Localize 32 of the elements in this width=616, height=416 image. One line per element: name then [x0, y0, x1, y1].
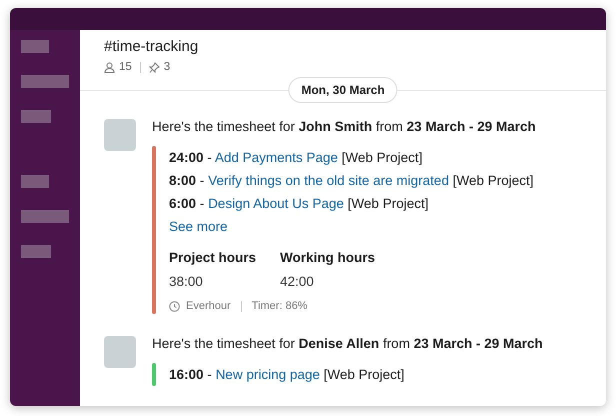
- stat-value: 42:00: [280, 273, 315, 291]
- sidebar-placeholder: [21, 210, 69, 223]
- time-entry: 8:00 - Verify things on the old site are migrated [Web Project]: [169, 172, 535, 190]
- time-entry: 6:00 - Design About Us Page [Web Project]: [169, 195, 430, 213]
- see-more-link[interactable]: See more: [169, 215, 228, 238]
- member-count: 15: [119, 61, 132, 73]
- sidebar-placeholder: [21, 245, 51, 258]
- date-divider: Mon, 30 March: [288, 77, 398, 103]
- stat-label: Working hours: [280, 249, 376, 267]
- timer-text: Timer: 86%: [252, 300, 308, 312]
- stat-label: Project hours: [169, 249, 256, 267]
- person-icon: [104, 62, 115, 72]
- pin-count: 3: [164, 61, 170, 73]
- app-name: Everhour: [186, 300, 231, 312]
- task-link[interactable]: Verify things on the old site are migrated: [208, 173, 449, 188]
- clock-icon: [169, 300, 180, 312]
- task-link[interactable]: Add Payments Page: [214, 150, 338, 165]
- avatar-photo-placeholder: [104, 336, 136, 368]
- task-link[interactable]: Design About Us Page: [208, 196, 344, 211]
- sidebar-placeholder: [21, 75, 69, 88]
- message-text: Here's the timesheet for John Smith from 23 March - 29 March: [152, 119, 537, 134]
- channel-title: #time-tracking: [104, 38, 200, 55]
- sidebar-placeholder: [21, 110, 51, 123]
- time-entry: 24:00 - Add Payments Page [Web Project]: [169, 149, 424, 167]
- sidebar-placeholder: [21, 175, 49, 188]
- task-link[interactable]: New pricing page: [216, 367, 320, 382]
- avatar-photo-placeholder: [104, 119, 136, 151]
- message-text: Here's the timesheet for Denise Allen from 23 March - 29 March: [152, 336, 544, 351]
- time-entry: 16:00 - New pricing page [Web Project]: [169, 366, 406, 384]
- sidebar-placeholder: [21, 40, 49, 53]
- stat-value: 38:00: [169, 273, 204, 291]
- pin-icon: [148, 62, 160, 72]
